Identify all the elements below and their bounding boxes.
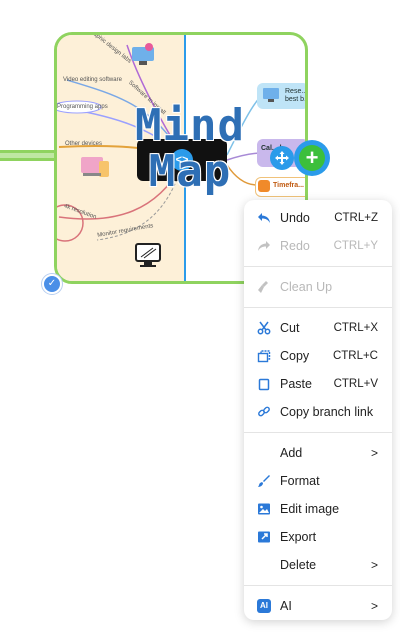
timeframe-node-label: Timefra... [273,182,304,189]
image-icon [256,501,272,517]
plus-icon: + [299,145,325,171]
checkmark-icon[interactable]: ✓ [42,274,62,294]
menu-separator [244,585,392,586]
move-arrows-icon [275,151,289,165]
menu-paste-shortcut: CTRL+V [333,378,378,390]
menu-separator [244,266,392,267]
menu-item-paste[interactable]: Paste CTRL+V [244,370,392,398]
submenu-arrow-icon: > [370,446,378,460]
title-line-map: Map [148,146,232,197]
monitor-illustration-icon [133,241,163,271]
ai-badge: AI [257,599,271,613]
branch-label-programming-apps: Programming apps [57,104,108,110]
menu-export-label: Export [280,530,317,544]
menu-item-copy[interactable]: Copy CTRL+C [244,342,392,370]
menu-separator [244,432,392,433]
menu-redo-shortcut: CTRL+Y [333,240,378,252]
menu-ai-label: AI [280,599,292,613]
menu-redo-label: Redo [280,239,310,253]
redo-arrow-icon [256,238,272,254]
broom-icon [256,279,272,295]
add-node-button[interactable]: + [294,140,330,176]
branch-label-video-editing: Video editing software [63,77,122,83]
link-icon [256,404,272,420]
scissors-icon [256,320,272,336]
menu-item-export[interactable]: Export [244,523,392,551]
menu-format-label: Format [280,474,320,488]
menu-copy-label: Copy [280,349,310,363]
menu-paste-label: Paste [280,377,312,391]
submenu-arrow-icon: > [370,599,378,613]
undo-arrow-icon [256,210,272,226]
menu-item-format[interactable]: Format [244,467,392,495]
menu-item-add[interactable]: Add > [244,439,392,467]
move-handle-button[interactable] [270,146,294,170]
menu-separator [244,307,392,308]
paint-brush-icon [256,473,272,489]
menu-undo-label: Undo [280,211,310,225]
menu-add-label: Add [280,446,303,460]
menu-item-undo[interactable]: Undo CTRL+Z [244,204,392,232]
menu-cut-label: Cut [280,321,300,335]
menu-copy-shortcut: CTRL+C [332,350,378,362]
title-line-mind: Mind [135,100,245,151]
menu-delete-label: Delete [280,558,317,572]
submenu-arrow-icon: > [370,558,378,572]
image-title-text: Mind Map [105,103,275,195]
paste-icon [256,376,272,392]
copy-icon [256,348,272,364]
menu-item-redo[interactable]: Redo CTRL+Y [244,232,392,260]
menu-item-edit-image[interactable]: Edit image [244,495,392,523]
menu-item-delete[interactable]: Delete > [244,551,392,579]
designer-illustration-icon [129,41,159,71]
menu-item-ai[interactable]: AI AI > [244,592,392,620]
menu-clean-up-label: Clean Up [280,280,333,294]
branch-label-other-devices: Other devices [65,141,103,147]
context-menu: Undo CTRL+Z Redo CTRL+Y Clean Up Cut CTR… [244,200,392,620]
menu-cut-shortcut: CTRL+X [333,322,378,334]
branch-connector [0,150,60,161]
menu-item-clean-up[interactable]: Clean Up [244,273,392,301]
ai-icon: AI [256,598,272,614]
menu-copy-branch-link-label: Copy branch link [280,405,374,419]
menu-item-copy-branch-link[interactable]: Copy branch link [244,398,392,426]
menu-edit-image-label: Edit image [280,502,340,516]
export-icon [256,529,272,545]
menu-item-cut[interactable]: Cut CTRL+X [244,314,392,342]
research-node-label: Rese... best b... [285,88,308,103]
menu-undo-shortcut: CTRL+Z [334,212,378,224]
